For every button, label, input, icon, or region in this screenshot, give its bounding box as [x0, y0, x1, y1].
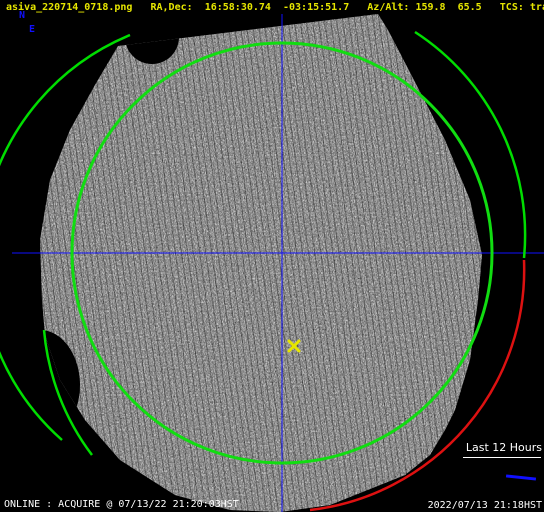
ra-value: 16:58:30.74 [204, 2, 271, 13]
telescope-status-header: asiva_220714_0718.png RA,Dec: 16:58:30.7… [6, 2, 544, 14]
allsky-camera-view: asiva_220714_0718.png RA,Dec: 16:58:30.7… [0, 0, 544, 512]
acquire-status: ONLINE : ACQUIRE @ 07/13/22 21:20:03HST [4, 499, 239, 510]
sky-image-mask [40, 14, 482, 512]
left-obstruction [40, 330, 80, 440]
legend-rule [463, 457, 541, 458]
dec-value: -03:15:51.7 [282, 2, 350, 13]
timestamp: 2022/07/13 21:18HST [427, 500, 542, 511]
compass-east-label: E [29, 24, 36, 35]
compass-north-label: N [19, 10, 26, 21]
sky-image [0, 14, 544, 512]
right-obstruction [458, 385, 482, 445]
dome-obstruction [125, 14, 179, 64]
legend-label: Last 12 Hours [465, 441, 542, 454]
azalt-label: Az/Alt: [367, 2, 410, 13]
radec-label: RA,Dec: [150, 2, 193, 13]
tcs-label: TCS: [499, 2, 524, 13]
az-value: 159.8 [415, 2, 446, 13]
alt-value: 65.5 [457, 2, 482, 13]
tcs-state: track [529, 2, 544, 13]
